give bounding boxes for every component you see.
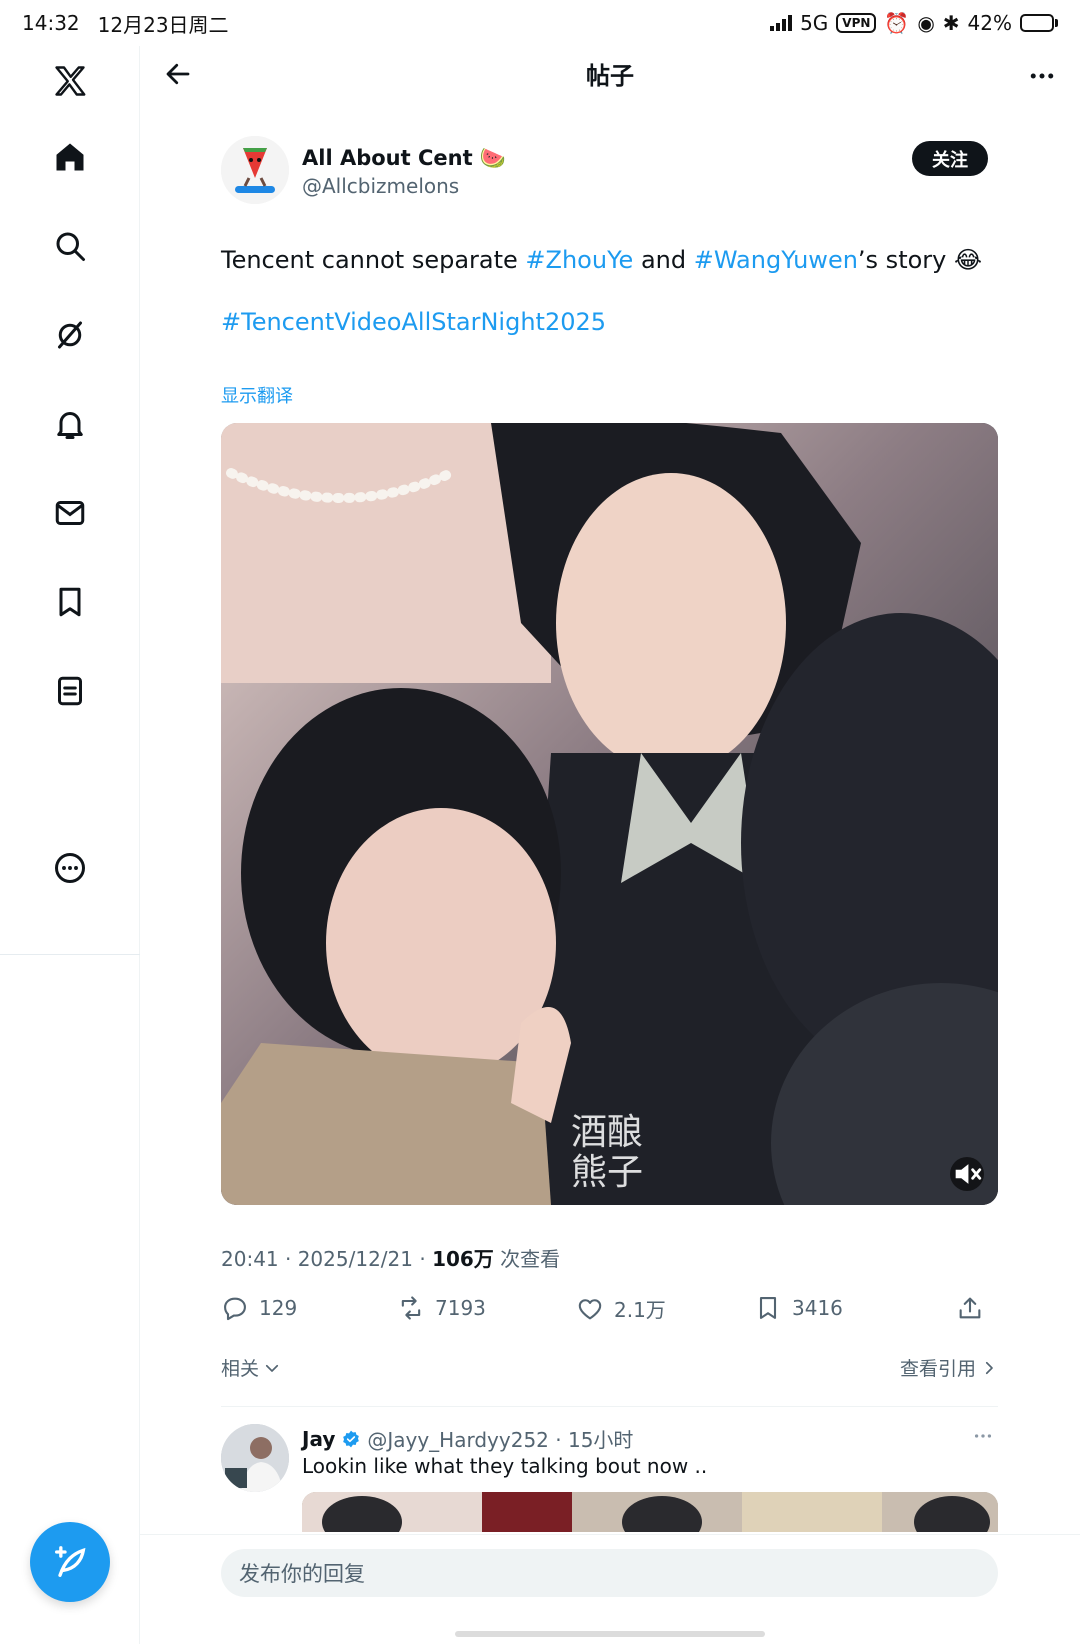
chevron-right-icon xyxy=(985,1361,993,1374)
lists-icon[interactable] xyxy=(45,666,95,716)
verified-badge-icon xyxy=(343,1430,360,1447)
reply-count: 129 xyxy=(259,1296,298,1320)
video-frame-image xyxy=(221,423,998,1205)
bookmark-button[interactable]: 3416 xyxy=(754,1294,843,1322)
like-button[interactable]: 2.1万 xyxy=(576,1294,666,1323)
grok-icon[interactable] xyxy=(45,310,95,360)
mute-button[interactable] xyxy=(950,1157,984,1191)
post-timestamp[interactable]: 20:41 · 2025/12/21 · xyxy=(221,1247,432,1271)
x-logo-icon[interactable] xyxy=(45,56,95,106)
bookmark-count: 3416 xyxy=(792,1296,843,1320)
hashtag-link[interactable]: #ZhouYe xyxy=(525,246,633,274)
home-indicator[interactable] xyxy=(455,1631,765,1637)
views-count: 106万 xyxy=(432,1247,494,1271)
post-text-suffix: ’s story 😂 xyxy=(857,246,983,274)
reply-text: Lookin like what they talking bout now .… xyxy=(302,1454,708,1478)
author-handle[interactable]: @Allcbizmelons xyxy=(302,174,459,198)
battery-icon xyxy=(1020,14,1058,32)
more-dots-icon xyxy=(1030,73,1054,79)
status-time: 14:32 xyxy=(22,11,80,35)
reply-icon xyxy=(224,1297,246,1321)
repost-count: 7193 xyxy=(435,1296,486,1320)
notifications-icon[interactable] xyxy=(45,399,95,449)
post-video[interactable]: 酒酿 熊子 xyxy=(221,423,998,1205)
repost-button[interactable]: 7193 xyxy=(397,1294,486,1322)
reply-composer: 发布你的回复 xyxy=(140,1534,1080,1644)
page-header: 帖子 xyxy=(140,46,1080,116)
related-label: 相关 xyxy=(221,1358,260,1380)
bluetooth-icon: ✱ xyxy=(942,11,960,35)
view-quotes-label: 查看引用 xyxy=(899,1358,976,1380)
author-name[interactable]: All About Cent 🍉 xyxy=(302,146,506,171)
signal-icon xyxy=(770,15,793,31)
alarm-icon: ⏰ xyxy=(884,11,910,35)
reply-header: Jay @Jayy_Hardyy252 · 15小时 xyxy=(302,1424,633,1453)
search-icon[interactable] xyxy=(45,221,95,271)
heart-icon xyxy=(578,1298,602,1319)
messages-icon[interactable] xyxy=(45,488,95,538)
more-dots-icon xyxy=(974,1434,992,1438)
view-quotes-link[interactable]: 查看引用 xyxy=(900,1354,998,1381)
muted-speaker-icon xyxy=(955,1164,982,1184)
post-text-prefix: Tencent cannot separate xyxy=(221,246,526,274)
more-options-icon[interactable] xyxy=(45,843,95,893)
nav-divider xyxy=(0,954,140,955)
page-title: 帖子 xyxy=(586,62,634,90)
reply-handle-time[interactable]: @Jayy_Hardyy252 · 15小时 xyxy=(367,1424,633,1453)
bookmark-icon xyxy=(759,1297,777,1319)
reply-avatar[interactable] xyxy=(221,1424,289,1492)
network-label: 5G xyxy=(800,11,829,35)
post-text-mid: and xyxy=(633,246,694,274)
related-dropdown[interactable]: 相关 xyxy=(221,1354,281,1381)
chevron-down-icon xyxy=(265,1364,279,1372)
share-icon xyxy=(959,1297,981,1319)
follow-button[interactable]: 关注 xyxy=(912,141,988,176)
share-button[interactable] xyxy=(956,1294,984,1322)
hashtag-link[interactable]: #WangYuwen xyxy=(694,246,858,274)
status-right: 5G VPN ⏰ ◉ ✱ 42% xyxy=(770,11,1058,35)
reply-more-button[interactable] xyxy=(968,1424,998,1448)
battery-percent: 42% xyxy=(967,11,1012,35)
bookmarks-icon[interactable] xyxy=(45,577,95,627)
reply-button[interactable]: 129 xyxy=(221,1294,297,1322)
left-nav xyxy=(0,46,140,1644)
compose-button[interactable] xyxy=(30,1522,110,1602)
author-avatar[interactable] xyxy=(221,136,289,204)
reply-input[interactable]: 发布你的回复 xyxy=(221,1549,998,1597)
post-meta: 20:41 · 2025/12/21 · 106万 次查看 xyxy=(221,1243,560,1272)
reply-author-name[interactable]: Jay xyxy=(302,1427,335,1451)
repost-icon xyxy=(401,1296,421,1320)
action-bar: 129 7193 2.1万 3416 xyxy=(221,1294,998,1334)
home-icon[interactable] xyxy=(45,132,95,182)
divider xyxy=(221,1406,998,1407)
hashtag-link[interactable]: #TencentVideoAllStarNight2025 xyxy=(221,308,606,336)
rotation-lock-icon: ◉ xyxy=(917,11,935,35)
compose-feather-icon xyxy=(55,1546,86,1577)
video-watermark: 酒酿 熊子 xyxy=(571,1112,644,1193)
status-date: 12月23日周二 xyxy=(97,12,229,37)
views-label: 次查看 xyxy=(493,1247,561,1271)
vpn-badge: VPN xyxy=(836,13,877,33)
reply-media[interactable] xyxy=(302,1492,998,1532)
show-translation-link[interactable]: 显示翻译 xyxy=(221,382,293,408)
post-text: Tencent cannot separate #ZhouYe and #Wan… xyxy=(221,244,983,276)
status-bar: 14:32 12月23日周二 5G VPN ⏰ ◉ ✱ 42% xyxy=(0,0,1080,46)
header-more-button[interactable] xyxy=(1022,56,1062,96)
like-count: 2.1万 xyxy=(614,1298,666,1322)
